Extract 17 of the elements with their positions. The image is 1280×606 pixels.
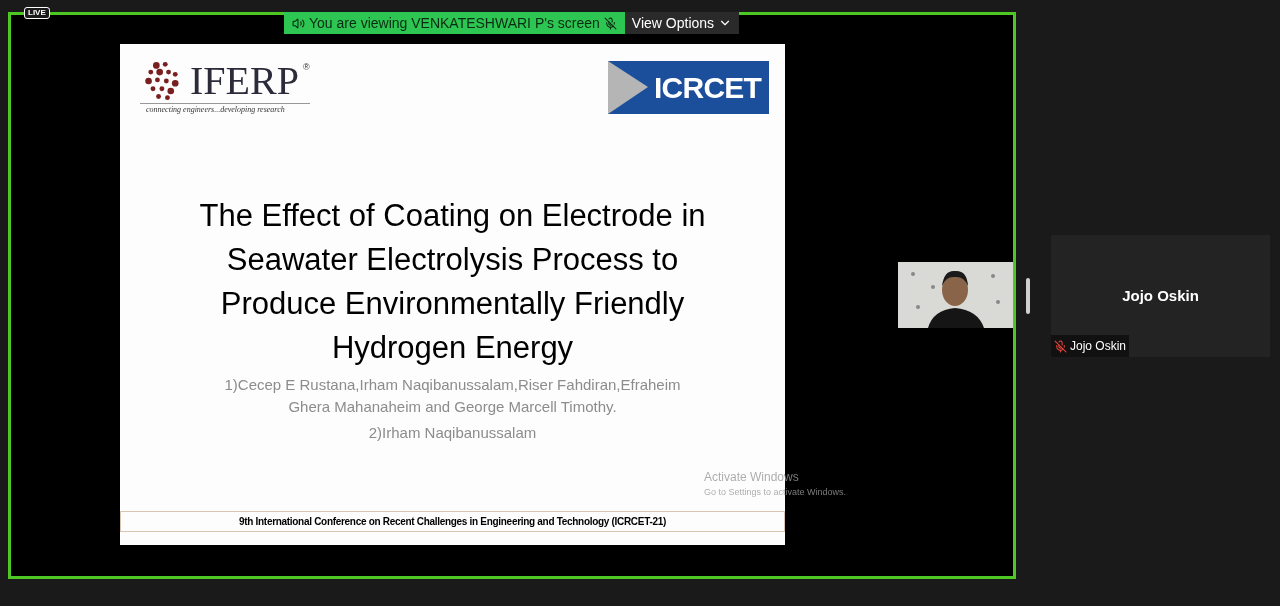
view-options-button[interactable]: View Options	[624, 12, 740, 34]
iferp-logo-text: IFERP	[190, 61, 299, 101]
author-line: 2)Irham Naqibanussalam	[367, 423, 538, 443]
chevron-stripes-icon	[608, 61, 648, 114]
conference-footer: 9th International Conference on Recent Challenges in Engineering and Technology (ICRCET-21)	[120, 511, 785, 532]
participant-label: Jojo Oskin	[1070, 338, 1127, 355]
sharing-text: You are viewing VENKATESHWARI P's screen	[309, 13, 600, 33]
author-line: 1)Cecep E Rustana,Irham Naqibanussalam,Riser Fahdiran,Efraheim Ghera Mahanaheim and George Marcell Timothy.	[223, 375, 682, 417]
slide-title: The Effect of Coating on Electrode in Seawater Electrolysis Process to Produce Environmentally Friendly Hydrogen Energy	[198, 197, 707, 367]
mic-off-icon	[603, 16, 617, 30]
icrcet-logo-text: ICRCET	[654, 70, 762, 106]
logo-tagline: connecting engineers...developing research	[140, 103, 310, 116]
speaker-icon	[292, 16, 305, 30]
scroll-handle[interactable]	[1026, 278, 1030, 314]
live-badge: LIVE	[24, 7, 50, 19]
registered-mark: ®	[302, 61, 310, 74]
participant-name: Jojo Oskin	[1122, 285, 1199, 306]
